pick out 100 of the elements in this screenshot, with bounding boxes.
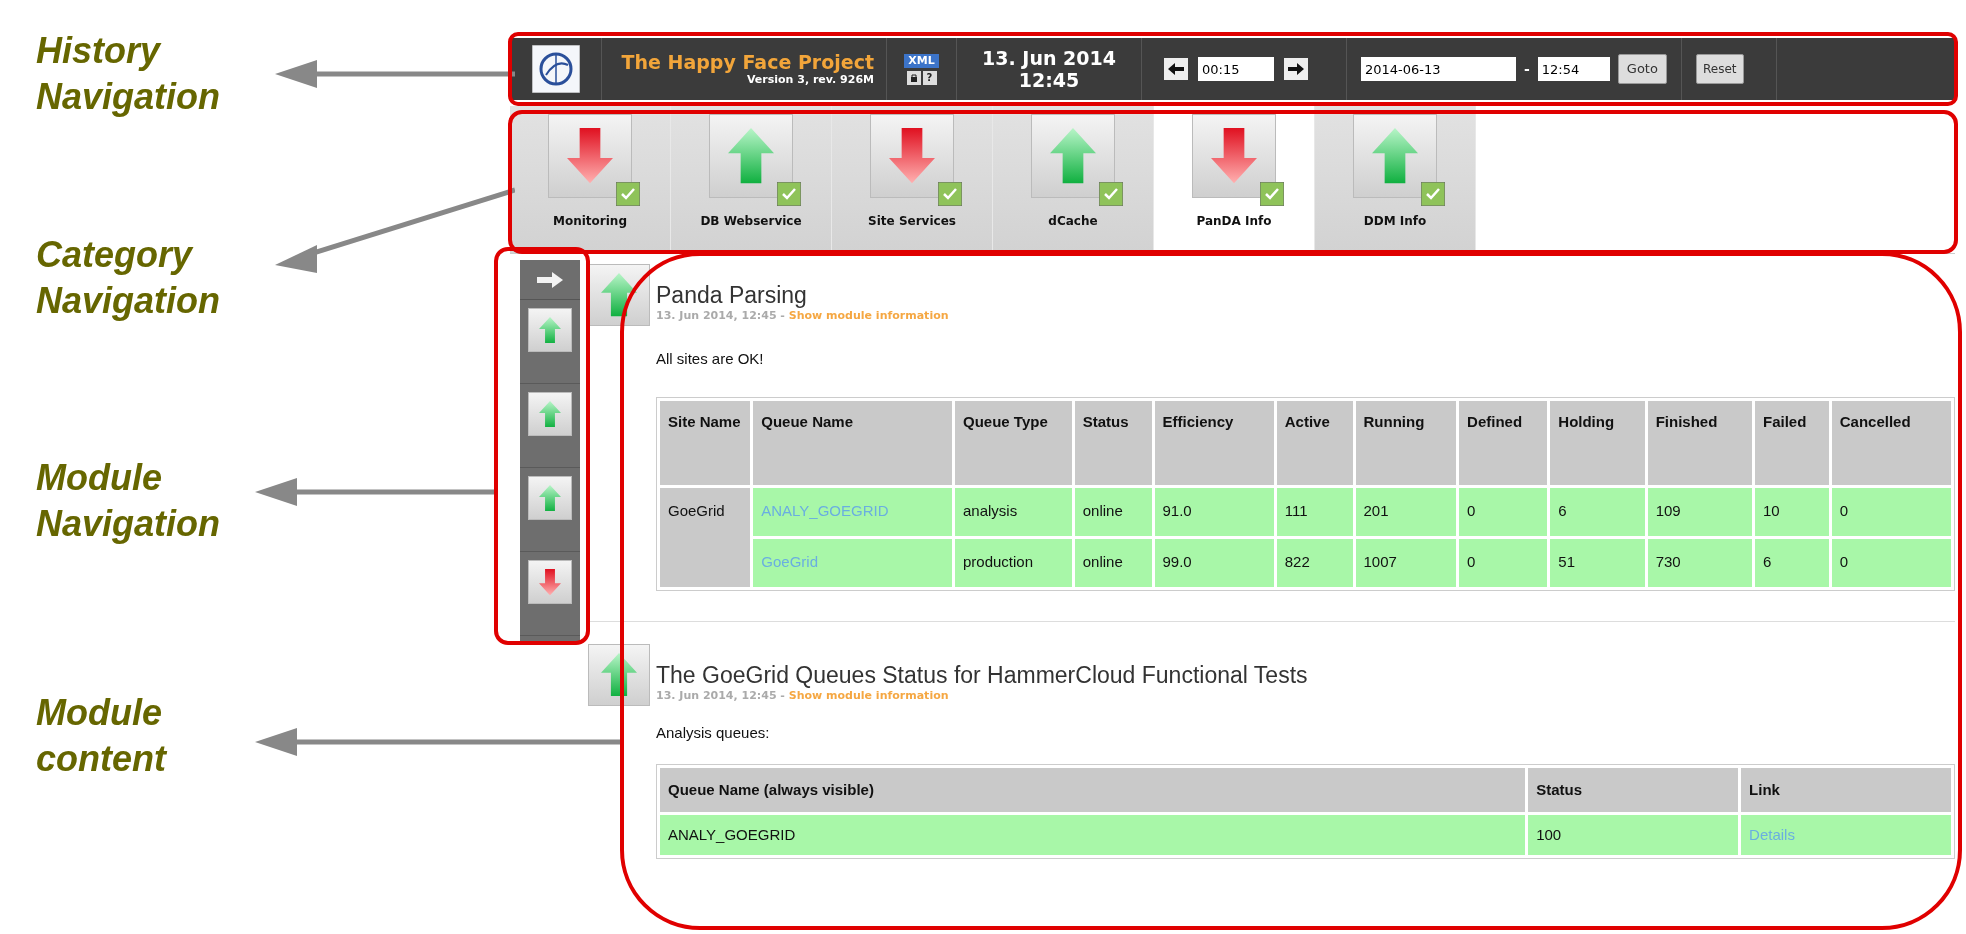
current-date: 13. Jun 2014: [982, 47, 1116, 69]
down-arrow-icon: [567, 128, 613, 184]
logo-icon[interactable]: [531, 45, 580, 93]
column-header: Defined: [1459, 400, 1548, 485]
category-tab[interactable]: DB Webservice: [671, 106, 832, 253]
column-header: Active: [1276, 400, 1353, 485]
annotation-label: Module content: [36, 691, 168, 781]
module-status-tile[interactable]: [588, 643, 650, 706]
category-tab[interactable]: DDM Info: [1315, 106, 1476, 253]
down-arrow-icon: [889, 128, 935, 184]
check-badge-icon: [616, 182, 640, 206]
category-status-tile[interactable]: [709, 114, 793, 198]
column-header: Efficiency: [1154, 400, 1274, 485]
column-header: Holding: [1550, 400, 1645, 485]
table-cell: 99.0: [1154, 538, 1274, 587]
module-link-tile[interactable]: [528, 308, 572, 352]
category-status-tile[interactable]: [1353, 114, 1437, 198]
category-tab[interactable]: Monitoring: [510, 106, 671, 253]
column-header: Running: [1355, 400, 1457, 485]
module-title: The GoeGrid Queues Status for HammerCloud Functional Tests: [656, 661, 1308, 688]
range-separator: -: [1524, 59, 1530, 79]
up-arrow-icon: [539, 400, 561, 428]
module-link-tile[interactable]: [528, 392, 572, 436]
up-arrow-icon: [728, 128, 774, 184]
column-header: Cancelled: [1831, 400, 1951, 485]
check-badge-icon: [1099, 182, 1123, 206]
up-arrow-icon: [539, 316, 561, 344]
table-cell: online: [1074, 487, 1152, 536]
check-badge-icon: [938, 182, 962, 206]
category-status-tile[interactable]: [1192, 114, 1276, 198]
table-cell: 0: [1459, 487, 1548, 536]
annotation-label: History Navigation: [36, 29, 222, 119]
category-status-tile[interactable]: [548, 114, 632, 198]
category-status-tile[interactable]: [870, 114, 954, 198]
table-cell: 0: [1459, 538, 1548, 587]
table-cell: 100: [1528, 815, 1739, 855]
goto-button[interactable]: Goto: [1617, 54, 1667, 84]
table-cell: ANALY_GOEGRID: [660, 815, 1526, 855]
table-cell: 6: [1550, 487, 1645, 536]
column-header: Failed: [1755, 400, 1829, 485]
column-header: Queue Name (always visible): [660, 768, 1526, 812]
module-link-tile[interactable]: [528, 476, 572, 520]
table-cell: 111: [1276, 487, 1353, 536]
column-header: Queue Name: [753, 400, 952, 485]
app-title: The Happy Face Project: [621, 51, 874, 73]
table-cell: 822: [1276, 538, 1353, 587]
column-header: Link: [1741, 768, 1951, 812]
check-badge-icon: [777, 182, 801, 206]
down-arrow-icon: [1211, 128, 1257, 184]
forward-arrow-button[interactable]: [1284, 58, 1308, 80]
table-cell: 51: [1550, 538, 1645, 587]
xml-button[interactable]: XML: [904, 53, 939, 68]
module-message: All sites are OK!: [656, 349, 765, 369]
table-cell: 91.0: [1154, 487, 1274, 536]
module-status-tile[interactable]: [588, 264, 650, 326]
up-arrow-icon: [1372, 128, 1418, 184]
table-cell: 1007: [1355, 538, 1457, 587]
column-header: Status: [1074, 400, 1152, 485]
down-arrow-icon: [539, 568, 561, 596]
up-arrow-icon: [1050, 128, 1096, 184]
module-timestamp: 13. Jun 2014, 12:45 - Show module information: [656, 308, 949, 324]
column-header: Site Name: [660, 400, 751, 485]
back-arrow-button[interactable]: [1164, 58, 1188, 80]
module-message: Analysis queues:: [656, 722, 771, 743]
annotation-label: Category Navigation: [36, 233, 222, 323]
table-cell: 6: [1755, 538, 1829, 587]
table-cell: analysis: [955, 487, 1072, 536]
lock-icon[interactable]: [906, 70, 921, 85]
time-field[interactable]: 12:54: [1537, 57, 1610, 81]
check-badge-icon: [1421, 182, 1445, 206]
table-cell: GoeGrid: [660, 487, 751, 587]
category-tab[interactable]: Site Services: [832, 106, 993, 253]
up-arrow-icon: [601, 273, 637, 317]
column-header: Queue Type: [955, 400, 1072, 485]
table-cell: 201: [1355, 487, 1457, 536]
module-timestamp: 13. Jun 2014, 12:45 - Show module information: [656, 688, 950, 704]
table-cell: 0: [1831, 538, 1951, 587]
table-cell: production: [955, 538, 1072, 587]
module-title: Panda Parsing: [656, 282, 808, 308]
module-link-tile[interactable]: [528, 560, 572, 604]
column-header: Finished: [1647, 400, 1752, 485]
current-time: 12:45: [1018, 69, 1080, 91]
table-cell: 10: [1755, 487, 1829, 536]
help-button[interactable]: ?: [922, 70, 937, 85]
table-cell: 0: [1831, 487, 1951, 536]
right-arrow-icon[interactable]: [537, 271, 563, 288]
category-tab[interactable]: dCache: [993, 106, 1154, 253]
date-field[interactable]: 2014-06-13: [1361, 57, 1516, 81]
table-cell: online: [1074, 538, 1152, 587]
time-step-field[interactable]: 00:15: [1198, 57, 1274, 81]
annotation-label: Module Navigation: [36, 456, 222, 546]
up-arrow-icon: [601, 652, 637, 697]
check-badge-icon: [1260, 182, 1284, 206]
table-cell: 730: [1647, 538, 1752, 587]
reset-button[interactable]: Reset: [1696, 54, 1744, 84]
column-header: Status: [1528, 768, 1739, 812]
table-cell: 109: [1647, 487, 1752, 536]
up-arrow-icon: [539, 484, 561, 512]
category-status-tile[interactable]: [1031, 114, 1115, 198]
version-label: Version 3, rev. 926M: [746, 73, 874, 87]
